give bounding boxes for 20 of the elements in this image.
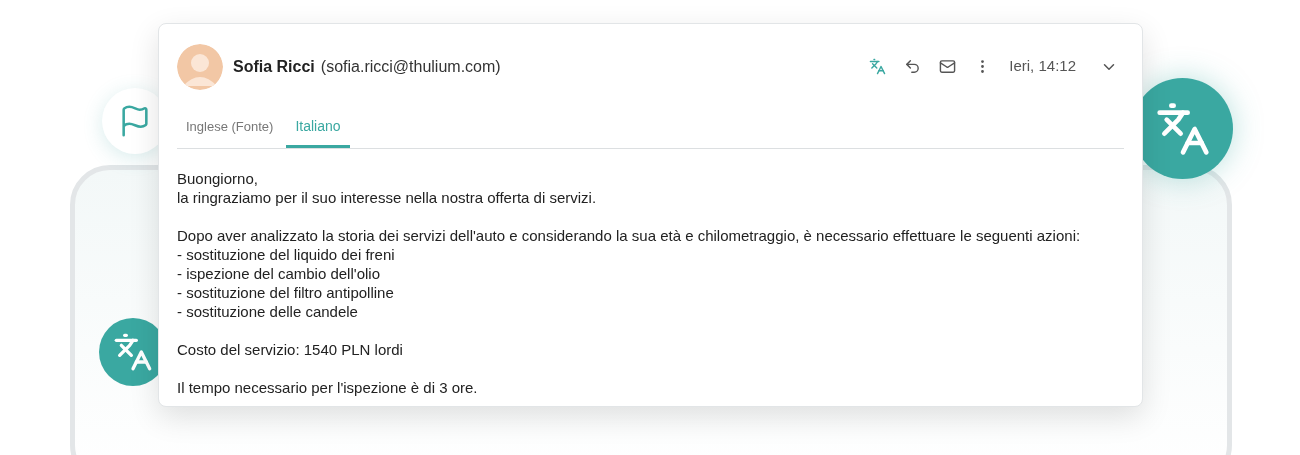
- sender-name: Sofia Ricci: [233, 56, 315, 77]
- reply-icon[interactable]: [904, 58, 922, 75]
- message-line: la ringraziamo per il suo interesse nella nostra offerta di servizi.: [177, 188, 598, 207]
- timestamp: Ieri, 14:12: [1009, 56, 1076, 77]
- translate-icon: [113, 332, 153, 372]
- translate-icon: [1154, 100, 1211, 157]
- message-line: Costo del servizio: 1540 PLN lordi: [177, 340, 404, 359]
- language-tab[interactable]: Inglese (Fonte): [177, 108, 283, 148]
- message-line: - sostituzione del filtro antipolline: [177, 283, 395, 302]
- message-line: Il tempo necessario per l'ispezione è di 3 ore.: [177, 378, 479, 397]
- message-line: - sostituzione del liquido dei freni: [177, 245, 396, 264]
- language-tab[interactable]: Italiano: [286, 108, 350, 148]
- translate-icon[interactable]: [869, 58, 887, 75]
- sender-email: (sofia.ricci@thulium.com): [320, 56, 501, 77]
- message-line: - ispezione del cambio dell'olio: [177, 264, 381, 283]
- message-line: Dopo aver analizzato la storia dei servizi dell'auto e considerando la sua età e chilometraggio, è necessario effettuare le seguenti azioni:: [177, 226, 1082, 245]
- mail-icon[interactable]: [939, 58, 957, 75]
- avatar: [177, 43, 223, 90]
- message-line: - sostituzione delle candele: [177, 302, 359, 321]
- message-line: Buongiorno,: [177, 169, 259, 188]
